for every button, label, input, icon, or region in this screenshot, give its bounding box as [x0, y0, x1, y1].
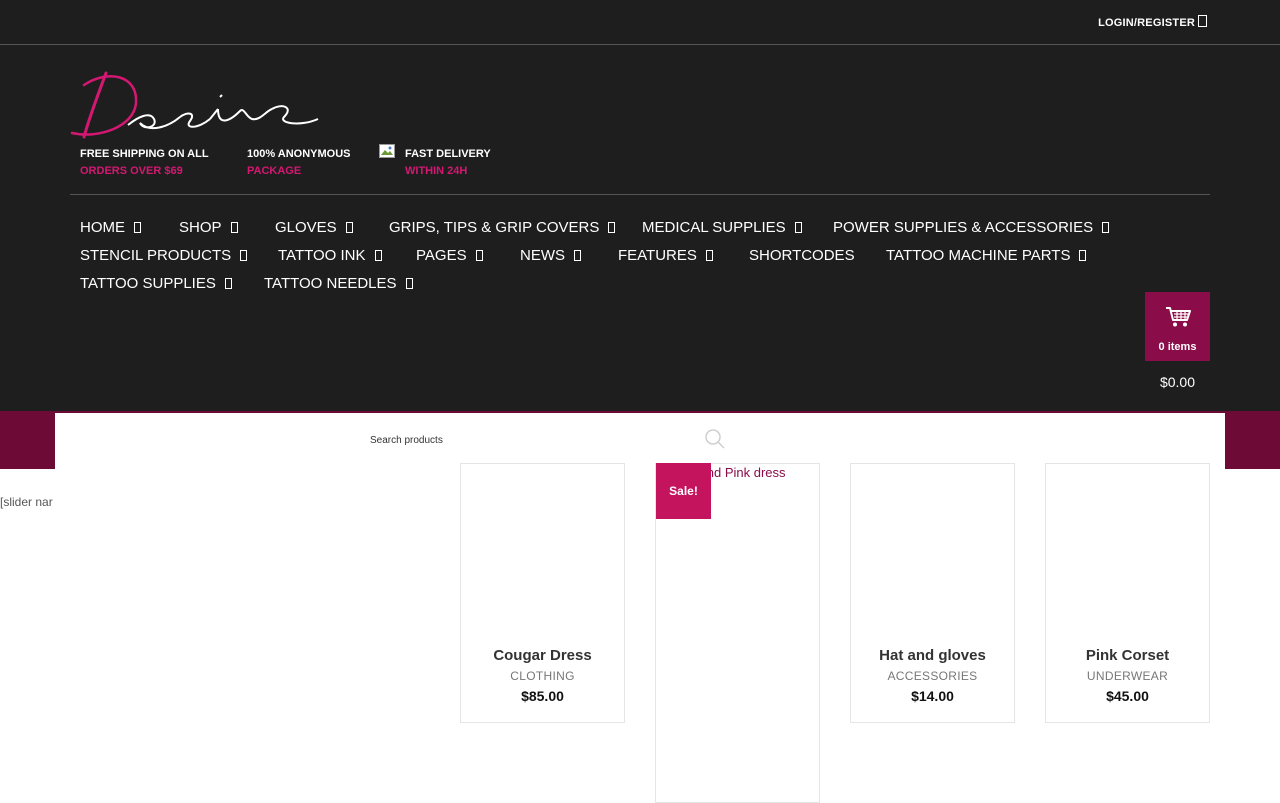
nav-item-label: PAGES	[416, 247, 467, 264]
chevron-down-icon	[705, 250, 713, 261]
nav-item-label: SHOP	[179, 219, 222, 236]
search-input[interactable]: Search products	[370, 435, 443, 446]
product-price: $85.00	[521, 688, 564, 704]
nav-item-label: TATTOO MACHINE PARTS	[886, 247, 1071, 264]
nav-item-features[interactable]: FEATURES	[618, 247, 713, 264]
nav-item-label: TATTOO SUPPLIES	[80, 275, 216, 292]
feature-anonymous: 100% ANONYMOUS PACKAGE	[247, 146, 351, 180]
nav-item-tattoo-machine-parts[interactable]: TATTOO MACHINE PARTS	[886, 247, 1087, 264]
feature-free-shipping: FREE SHIPPING ON ALL ORDERS OVER $69	[80, 146, 209, 180]
nav-item-medical-supplies[interactable]: MEDICAL SUPPLIES	[642, 219, 802, 236]
nav-item-label: MEDICAL SUPPLIES	[642, 219, 786, 236]
nav-item-stencil-products[interactable]: STENCIL PRODUCTS	[80, 247, 248, 264]
nav-item-tattoo-ink[interactable]: TATTOO INK	[278, 247, 382, 264]
feature-line2: PACKAGE	[247, 165, 302, 177]
chevron-down-icon	[374, 250, 382, 261]
shopping-cart-icon	[1166, 307, 1191, 327]
product-price: $14.00	[911, 688, 954, 704]
product-card-cougar-dress[interactable]: Cougar Dress CLOTHING $85.00	[460, 463, 625, 723]
feature-line1: FAST DELIVERY	[405, 148, 491, 160]
site-header: FREE SHIPPING ON ALL ORDERS OVER $69 100…	[0, 45, 1280, 411]
nav-item-grips[interactable]: GRIPS, TIPS & GRIP COVERS	[389, 219, 616, 236]
chevron-down-icon	[224, 278, 232, 289]
product-name[interactable]: Cougar Dress	[461, 647, 624, 664]
chevron-down-icon	[230, 222, 238, 233]
feature-line2: WITHIN 24H	[405, 165, 468, 177]
nav-item-pages[interactable]: PAGES	[416, 247, 483, 264]
chevron-down-icon	[405, 278, 413, 289]
product-category[interactable]: ACCESSORIES	[851, 669, 1014, 683]
slider-shortcode-text: [slider nar	[0, 495, 53, 509]
product-category[interactable]: CLOTHING	[461, 669, 624, 683]
product-name[interactable]: Pink Corset	[1046, 647, 1209, 664]
login-register-link[interactable]: LOGIN/REGISTER	[1098, 17, 1195, 29]
product-category[interactable]: UNDERWEAR	[1046, 669, 1209, 683]
nav-item-label: STENCIL PRODUCTS	[80, 247, 232, 264]
feature-line2: ORDERS OVER $69	[80, 165, 183, 177]
chevron-down-icon	[574, 250, 581, 261]
nav-item-label: GRIPS, TIPS & GRIP COVERS	[389, 219, 600, 236]
top-bar: LOGIN/REGISTER	[0, 0, 1280, 45]
nav-item-power-supplies[interactable]: POWER SUPPLIES & ACCESSORIES	[833, 219, 1110, 236]
nav-item-shortcodes[interactable]: SHORTCODES	[749, 247, 855, 264]
nav-item-tattoo-supplies[interactable]: TATTOO SUPPLIES	[80, 275, 232, 292]
nav-item-news[interactable]: NEWS	[520, 247, 581, 264]
user-icon[interactable]	[1198, 15, 1207, 27]
nav-item-label: GLOVES	[275, 219, 337, 236]
cart-item-count: 0 items	[1158, 341, 1197, 353]
chevron-down-icon	[1102, 222, 1110, 233]
sale-badge: Sale!	[656, 463, 711, 519]
chevron-down-icon	[1079, 250, 1087, 261]
feature-line1: FREE SHIPPING ON ALL	[80, 148, 209, 160]
feature-fast-delivery: FAST DELIVERY WITHIN 24H	[405, 146, 491, 180]
chevron-down-icon	[475, 250, 483, 261]
nav-item-label: SHORTCODES	[749, 247, 855, 264]
nav-item-shop[interactable]: SHOP	[179, 219, 238, 236]
search-container	[55, 413, 1225, 469]
product-price: $45.00	[1106, 688, 1149, 704]
chevron-down-icon	[134, 222, 141, 233]
feature-line1: 100% ANONYMOUS	[247, 148, 351, 160]
nav-item-label: TATTOO INK	[278, 247, 366, 264]
chevron-down-icon	[794, 222, 802, 233]
nav-item-label: FEATURES	[618, 247, 697, 264]
nav-item-home[interactable]: HOME	[80, 219, 141, 236]
header-divider	[70, 194, 1210, 195]
nav-item-gloves[interactable]: GLOVES	[275, 219, 353, 236]
desire-logo-icon	[70, 71, 319, 139]
nav-item-label: HOME	[80, 219, 125, 236]
product-card-pink-corset[interactable]: Pink Corset UNDERWEAR $45.00	[1045, 463, 1210, 723]
nav-item-label: TATTOO NEEDLES	[264, 275, 397, 292]
nav-item-label: NEWS	[520, 247, 565, 264]
product-card-hat-and-gloves[interactable]: Hat and gloves ACCESSORIES $14.00	[850, 463, 1015, 723]
product-name[interactable]: Hat and gloves	[851, 647, 1014, 664]
chevron-down-icon	[345, 222, 353, 233]
chevron-down-icon	[240, 250, 248, 261]
site-logo[interactable]	[68, 67, 328, 147]
nav-item-label: POWER SUPPLIES & ACCESSORIES	[833, 219, 1094, 236]
broken-image-icon	[379, 144, 395, 158]
cart-total: $0.00	[1159, 374, 1196, 390]
cart-button[interactable]: 0 items	[1145, 292, 1210, 361]
nav-item-tattoo-needles[interactable]: TATTOO NEEDLES	[264, 275, 413, 292]
chevron-down-icon	[608, 222, 616, 233]
search-icon[interactable]	[704, 428, 726, 450]
